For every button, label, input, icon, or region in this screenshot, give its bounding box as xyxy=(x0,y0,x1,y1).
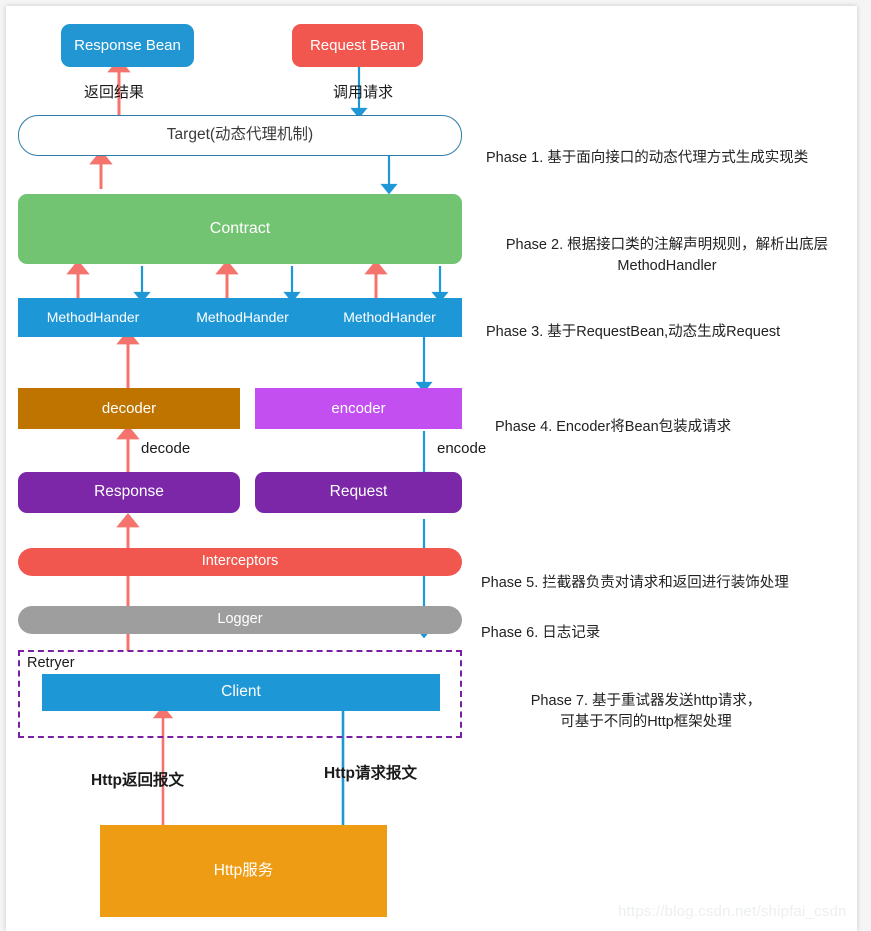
node-target[interactable]: Target(动态代理机制) xyxy=(18,115,462,156)
node-contract-label: Contract xyxy=(209,220,271,238)
phase-4-text: Phase 4. Encoder将Bean包装成请求 xyxy=(495,419,732,436)
phase-2: Phase 2. 根据接口类的注解声明规则，解析出底层 MethodHandle… xyxy=(486,214,848,277)
node-encoder[interactable]: encoder xyxy=(255,388,462,429)
node-method-hander-3[interactable]: MethodHander xyxy=(317,298,462,337)
edge-label-call-request: 调用请求 xyxy=(333,81,393,102)
diagram-root: Response Bean Request Bean 返回结果 调用请求 Tar… xyxy=(0,0,871,931)
diagram-canvas: Response Bean Request Bean 返回结果 调用请求 Tar… xyxy=(6,6,857,931)
node-interceptors-label: Interceptors xyxy=(201,553,279,570)
node-interceptors[interactable]: Interceptors xyxy=(18,548,462,576)
node-method-hander-3-label: MethodHander xyxy=(343,309,436,326)
watermark: https://blog.csdn.net/shipfai_csdn xyxy=(618,903,847,920)
edge-label-http-request-message-text: Http请求报文 xyxy=(324,765,417,782)
node-method-hander-2[interactable]: MethodHander xyxy=(168,298,317,337)
edge-label-http-request-message: Http请求报文 xyxy=(324,761,417,783)
node-http-service-label: Http服务 xyxy=(213,861,274,879)
phase-6: Phase 6. 日志记录 xyxy=(481,602,841,644)
edge-label-encode-text: encode xyxy=(437,440,487,457)
edge-label-decode-text: decode xyxy=(141,440,191,457)
phase-4: Phase 4. Encoder将Bean包装成请求 xyxy=(495,396,855,438)
node-request-label: Request xyxy=(329,483,388,501)
node-http-service[interactable]: Http服务 xyxy=(100,825,387,917)
phase-3: Phase 3. 基于RequestBean,动态生成Request xyxy=(486,301,846,343)
edge-label-http-response-message: Http返回报文 xyxy=(91,768,184,790)
edge-label-call-request-text: 调用请求 xyxy=(333,84,394,101)
phase-1: Phase 1. 基于面向接口的动态代理方式生成实现类 xyxy=(486,127,846,169)
phase-5: Phase 5. 拦截器负责对请求和返回进行装饰处理 xyxy=(481,552,853,594)
group-retryer-label: Retryer xyxy=(27,655,75,671)
node-decoder[interactable]: decoder xyxy=(18,388,240,429)
node-logger-label: Logger xyxy=(217,611,263,628)
phase-5-text: Phase 5. 拦截器负责对请求和返回进行装饰处理 xyxy=(481,575,789,592)
node-method-hander-2-label: MethodHander xyxy=(196,309,289,326)
node-contract[interactable]: Contract xyxy=(18,194,462,264)
node-method-hander-1[interactable]: MethodHander xyxy=(18,298,168,337)
edge-label-http-response-message-text: Http返回报文 xyxy=(91,772,184,789)
phase-6-text: Phase 6. 日志记录 xyxy=(481,625,601,642)
phase-1-text: Phase 1. 基于面向接口的动态代理方式生成实现类 xyxy=(486,150,809,167)
edge-label-decode: decode xyxy=(141,440,190,457)
edge-label-return-result-text: 返回结果 xyxy=(84,84,145,101)
node-logger[interactable]: Logger xyxy=(18,606,462,634)
edge-label-return-result: 返回结果 xyxy=(84,81,144,102)
phase-2-text: Phase 2. 根据接口类的注解声明规则，解析出底层 MethodHandle… xyxy=(505,237,829,275)
node-client-label: Client xyxy=(221,683,261,701)
node-request[interactable]: Request xyxy=(255,472,462,513)
watermark-text: https://blog.csdn.net/shipfai_csdn xyxy=(618,903,847,920)
node-response-bean[interactable]: Response Bean xyxy=(61,24,194,67)
node-client[interactable]: Client xyxy=(42,674,440,711)
group-retryer-label-text: Retryer xyxy=(27,655,75,671)
phase-7: Phase 7. 基于重试器发送http请求， 可基于不同的Http框架处理 xyxy=(476,670,816,733)
edge-label-encode: encode xyxy=(437,440,486,457)
phase-7-text: Phase 7. 基于重试器发送http请求， 可基于不同的Http框架处理 xyxy=(530,693,762,731)
phase-3-text: Phase 3. 基于RequestBean,动态生成Request xyxy=(486,324,781,341)
node-target-label: Target(动态代理机制) xyxy=(166,126,314,144)
node-encoder-label: encoder xyxy=(331,399,386,417)
node-request-bean-label: Request Bean xyxy=(309,36,406,54)
node-decoder-label: decoder xyxy=(101,399,157,417)
node-response-label: Response xyxy=(94,483,164,501)
node-response-bean-label: Response Bean xyxy=(74,36,181,54)
node-request-bean[interactable]: Request Bean xyxy=(292,24,423,67)
node-method-hander-1-label: MethodHander xyxy=(46,309,140,326)
node-response[interactable]: Response xyxy=(18,472,240,513)
